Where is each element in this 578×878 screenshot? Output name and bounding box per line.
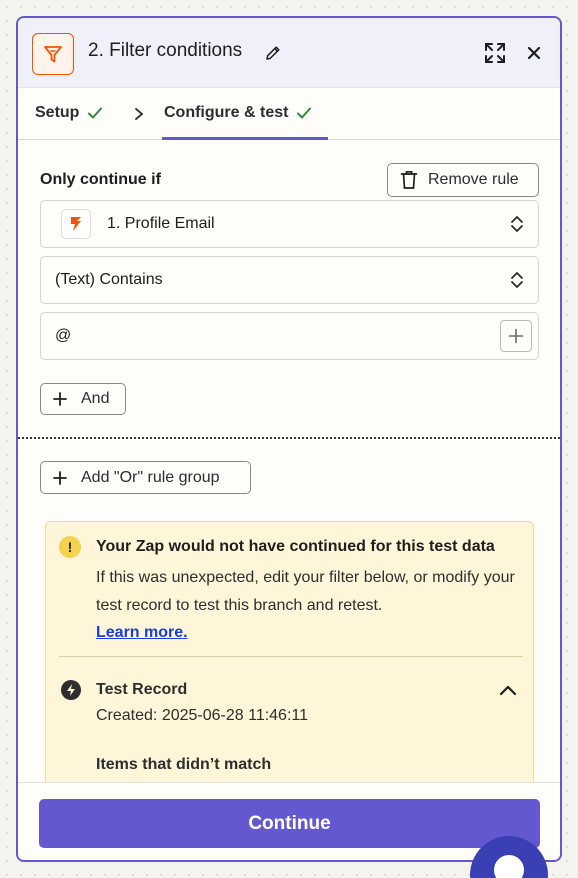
chevron-right-icon xyxy=(135,108,144,120)
chevron-up-icon[interactable] xyxy=(499,684,517,696)
continue-button[interactable]: Continue xyxy=(39,799,540,848)
learn-more-link[interactable]: Learn more. xyxy=(96,624,188,641)
chat-icon xyxy=(494,855,524,878)
remove-rule-button[interactable]: Remove rule xyxy=(387,163,539,197)
alert-title: Your Zap would not have continued for th… xyxy=(96,538,495,555)
filter-panel: 2. Filter conditions Setup Configure & t… xyxy=(16,16,562,862)
tab-setup-label: Setup xyxy=(35,104,80,121)
unmatched-items-label: Items that didn’t match xyxy=(96,756,272,773)
step-tabs: Setup Configure & test xyxy=(18,88,560,140)
zapier-step-icon xyxy=(61,209,91,239)
insert-data-button[interactable] xyxy=(500,320,532,352)
alert-body: If this was unexpected, edit your filter… xyxy=(96,564,526,647)
active-tab-indicator xyxy=(162,137,328,140)
value-input-text: @ xyxy=(55,327,72,344)
filter-app-icon xyxy=(32,33,74,75)
condition-select-value: (Text) Contains xyxy=(55,271,163,288)
test-record-title: Test Record xyxy=(96,681,188,698)
test-result-alert: ! Your Zap would not have continued for … xyxy=(45,521,534,821)
expand-icon[interactable] xyxy=(484,42,506,64)
condition-select[interactable]: (Text) Contains xyxy=(40,256,539,304)
tab-configure-label: Configure & test xyxy=(164,104,289,121)
chevron-up-down-icon xyxy=(511,216,523,232)
chevron-up-down-icon xyxy=(511,272,523,288)
plus-icon xyxy=(53,470,67,485)
plus-icon xyxy=(53,392,67,406)
value-input[interactable]: @ xyxy=(40,312,539,360)
tab-setup[interactable]: Setup xyxy=(35,104,103,122)
rule-heading: Only continue if xyxy=(40,171,161,188)
lightning-bolt-icon xyxy=(61,680,81,700)
alert-divider xyxy=(59,656,523,657)
check-icon xyxy=(297,107,312,119)
panel-header: 2. Filter conditions xyxy=(18,18,560,88)
add-or-rule-group-button[interactable]: Add "Or" rule group xyxy=(40,461,251,494)
add-and-button[interactable]: And xyxy=(40,383,126,415)
remove-rule-label: Remove rule xyxy=(428,171,519,188)
close-icon[interactable] xyxy=(526,45,542,61)
add-and-label: And xyxy=(81,390,110,407)
field-select[interactable]: 1. Profile Email xyxy=(40,200,539,248)
alert-body-text: If this was unexpected, edit your filter… xyxy=(96,569,515,614)
trash-icon xyxy=(400,170,418,189)
pencil-icon[interactable] xyxy=(264,44,282,67)
add-or-label: Add "Or" rule group xyxy=(81,468,220,486)
test-record-created: Created: 2025-06-28 11:46:11 xyxy=(96,707,309,724)
plus-icon xyxy=(508,328,524,344)
tab-configure-test[interactable]: Configure & test xyxy=(164,104,312,122)
warning-icon: ! xyxy=(59,536,81,558)
check-icon xyxy=(88,107,103,119)
field-select-value: 1. Profile Email xyxy=(107,215,215,232)
rule-group-divider xyxy=(18,437,560,439)
page-title: 2. Filter conditions xyxy=(88,40,243,61)
